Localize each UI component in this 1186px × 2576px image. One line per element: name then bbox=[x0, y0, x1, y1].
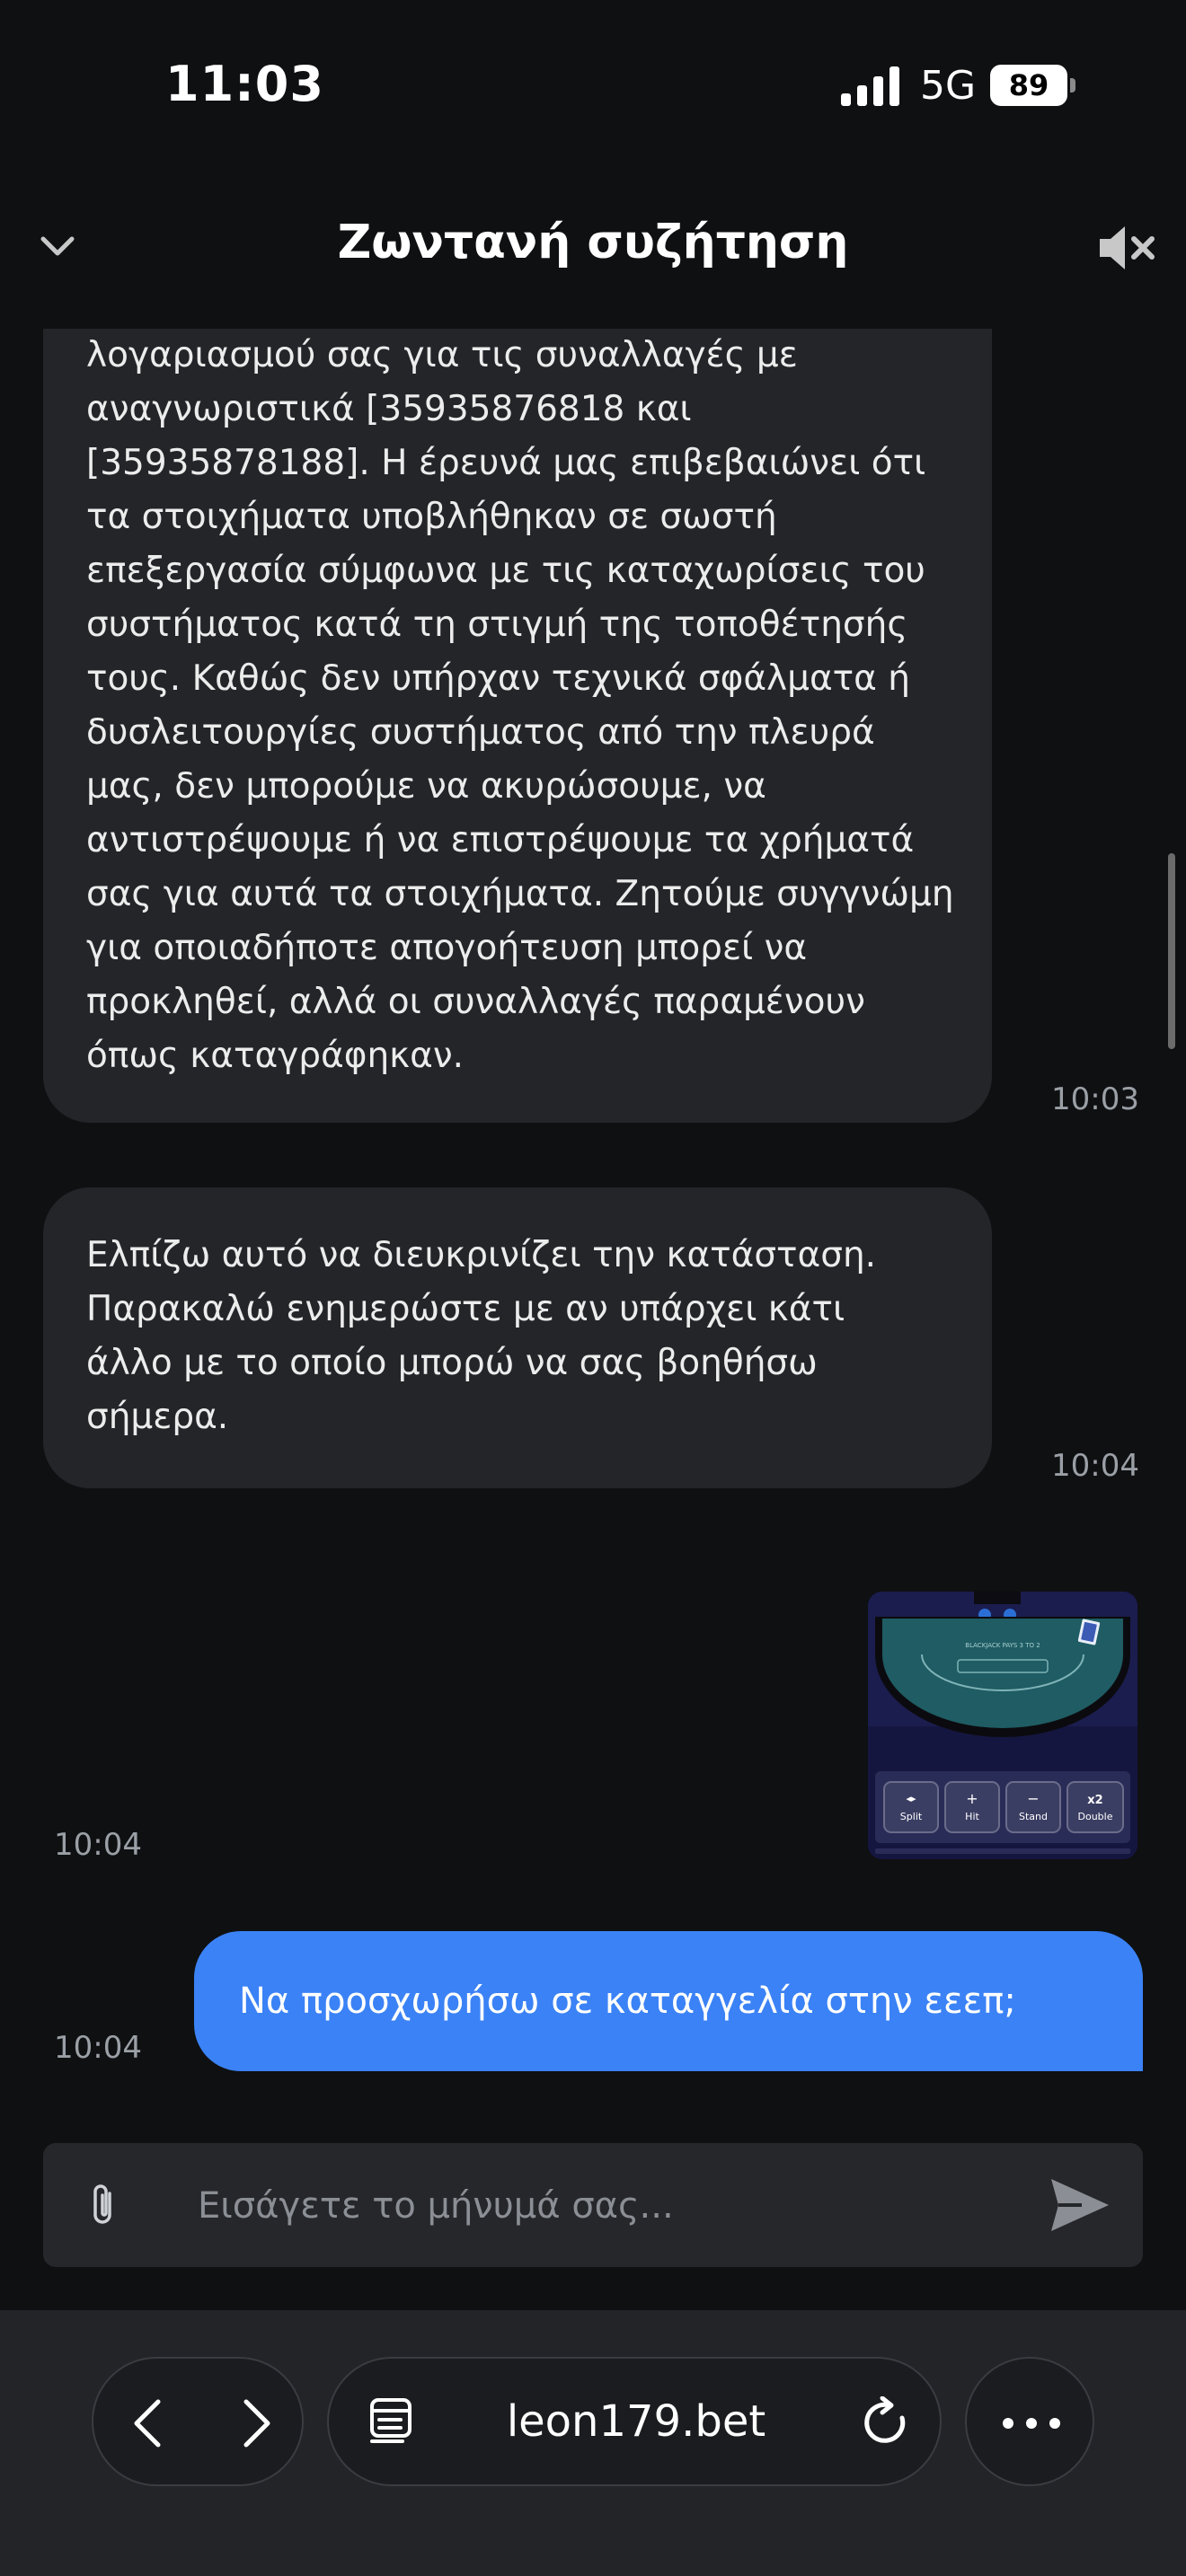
incoming-message: Ελπίζω αυτό να διευκρινίζει την κατάστασ… bbox=[43, 1187, 992, 1488]
message-timestamp: 10:04 bbox=[1051, 1448, 1139, 1484]
img-hit-symbol: + bbox=[966, 1790, 978, 1807]
page-title: Ζωντανή συζήτηση bbox=[337, 216, 849, 269]
message-line: σήμερα. bbox=[86, 1397, 229, 1437]
reload-icon[interactable] bbox=[861, 2396, 913, 2450]
navigation-buttons bbox=[92, 2357, 304, 2486]
mute-icon[interactable] bbox=[1098, 225, 1155, 271]
outgoing-message: Να προσχωρήσω σε καταγγελία στην εεεπ; bbox=[194, 1931, 1143, 2071]
message-line: συστήματος κατά τη στιγμή της τοποθέτησή… bbox=[86, 604, 908, 645]
paperclip-icon[interactable] bbox=[86, 2181, 122, 2229]
message-timestamp: 10:04 bbox=[54, 1827, 142, 1863]
img-stand-symbol: − bbox=[1027, 1790, 1039, 1807]
message-line: αντιστρέψουμε ή να επιστρέψουμε τα χρήμα… bbox=[86, 820, 915, 860]
status-time: 11:03 bbox=[165, 56, 324, 112]
network-type: 5G bbox=[920, 63, 977, 109]
scrollbar[interactable] bbox=[1168, 853, 1175, 1049]
message-timestamp: 10:04 bbox=[54, 2030, 142, 2066]
img-hit-label: Hit bbox=[965, 1811, 979, 1822]
back-icon[interactable] bbox=[122, 2396, 176, 2450]
img-stand-label: Stand bbox=[1019, 1811, 1048, 1822]
message-timestamp: 10:03 bbox=[1051, 1081, 1139, 1117]
message-line: για οποιαδήποτε απογοήτευση μπορεί να bbox=[86, 928, 808, 968]
battery-level: 89 bbox=[1008, 68, 1049, 102]
message-line: λογαριασμού σας για τις συναλλαγές με bbox=[86, 335, 798, 375]
message-line: επεξεργασία σύμφωνα με τις καταχωρίσεις … bbox=[86, 551, 925, 591]
message-line: άλλο με το οποίο μπορώ να σας βοηθήσω bbox=[86, 1343, 818, 1383]
message-line: όπως καταγράφηκαν. bbox=[86, 1036, 465, 1076]
svg-text:BLACKJACK PAYS 3 TO 2: BLACKJACK PAYS 3 TO 2 bbox=[965, 1642, 1040, 1649]
message-line: Παρακαλώ ενημερώστε με αν υπάρχει κάτι bbox=[86, 1289, 845, 1329]
message-line: αναγνωριστικά [35935876818 και bbox=[86, 389, 692, 429]
image-attachment[interactable]: BLACKJACK PAYS 3 TO 2 ◂▸ Split + Hit − S… bbox=[868, 1592, 1137, 1859]
img-split-symbol: ◂▸ bbox=[906, 1793, 916, 1804]
message-line: Ελπίζω αυτό να διευκρινίζει την κατάστασ… bbox=[86, 1235, 877, 1275]
message-line: [35935878188]. Η έρευνά μας επιβεβαιώνει… bbox=[86, 443, 926, 483]
message-line: δυσλειτουργίες συστήματος από την πλευρά bbox=[86, 712, 875, 753]
send-icon[interactable] bbox=[1049, 2177, 1111, 2233]
more-icon[interactable] bbox=[999, 2413, 1064, 2434]
message-line: προκληθεί, αλλά οι συναλλαγές παραμένουν bbox=[86, 982, 865, 1022]
message-line: τους. Καθώς δεν υπήρχαν τεχνικά σφάλματα… bbox=[86, 658, 910, 699]
message-line: μας, δεν μπορούμε να ακυρώσουμε, να bbox=[86, 766, 766, 807]
browser-toolbar: leon179.bet bbox=[0, 2310, 1186, 2576]
forward-icon[interactable] bbox=[228, 2396, 282, 2450]
battery-icon: 89 bbox=[990, 65, 1076, 106]
img-split-label: Split bbox=[900, 1811, 923, 1822]
img-double-label: Double bbox=[1078, 1811, 1113, 1822]
signal-icon bbox=[841, 66, 899, 106]
message-input[interactable] bbox=[196, 2143, 990, 2269]
message-composer bbox=[43, 2143, 1143, 2269]
more-button[interactable] bbox=[965, 2357, 1094, 2486]
img-double-symbol: x2 bbox=[1087, 1794, 1102, 1807]
message-line: τα στοιχήματα υποβλήθηκαν σε σωστή bbox=[86, 497, 777, 537]
incoming-message: λογαριασμού σας για τις συναλλαγές με αν… bbox=[43, 329, 992, 1123]
message-line: σας για αυτά τα στοιχήματα. Ζητούμε συγγ… bbox=[86, 874, 954, 914]
url-text[interactable]: leon179.bet bbox=[329, 2359, 943, 2484]
outgoing-message-text: Να προσχωρήσω σε καταγγελία στην εεεπ; bbox=[239, 1981, 1016, 2022]
address-bar[interactable]: leon179.bet bbox=[327, 2357, 942, 2486]
